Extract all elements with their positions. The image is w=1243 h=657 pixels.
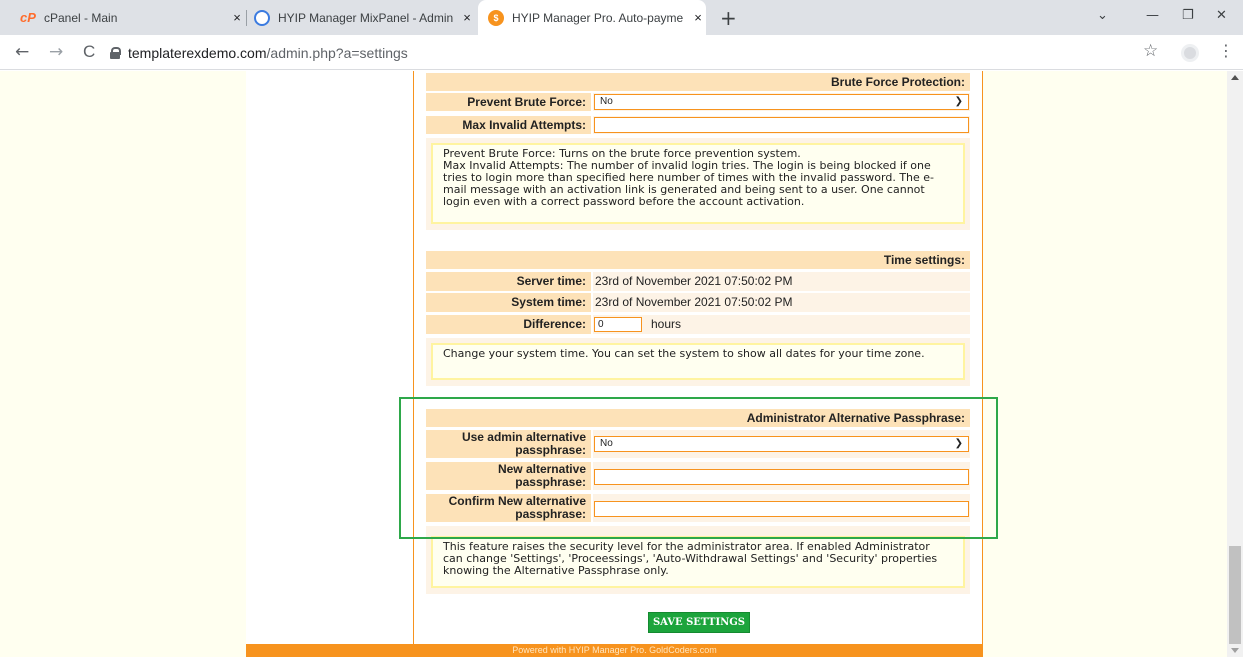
- chevron-down-icon: ❯: [954, 96, 963, 107]
- browser-menu-icon[interactable]: ⋮: [1218, 41, 1234, 60]
- page-border: [982, 71, 983, 644]
- close-window-button[interactable]: ✕: [1216, 8, 1227, 23]
- admin-passphrase-note: This feature raises the security level f…: [431, 536, 965, 588]
- tab-title: HYIP Manager MixPanel - Admin: [278, 10, 453, 25]
- close-tab-icon[interactable]: ×: [690, 10, 706, 25]
- page-viewport: Brute Force Protection: Prevent Brute Fo…: [0, 71, 1227, 657]
- url-host: templaterexdemo.com: [128, 45, 267, 61]
- select-value: No: [600, 96, 613, 107]
- sidebar-column: [246, 71, 414, 644]
- tab-cpanel[interactable]: cP cPanel - Main ×: [20, 0, 245, 35]
- mixpanel-icon: [254, 9, 270, 26]
- profile-avatar[interactable]: [1181, 44, 1199, 62]
- hyip-icon: $: [488, 9, 504, 26]
- back-icon[interactable]: ←: [15, 42, 29, 62]
- max-invalid-attempts-row: Max Invalid Attempts:: [426, 116, 970, 134]
- system-time-value: 23rd of November 2021 07:50:02 PM: [593, 293, 970, 312]
- admin-page: Brute Force Protection: Prevent Brute Fo…: [246, 71, 983, 657]
- tab-search-icon[interactable]: ⌄: [1097, 8, 1108, 23]
- difference-unit: hours: [651, 317, 682, 331]
- max-attempts-note-text: Max Invalid Attempts: The number of inva…: [443, 159, 935, 208]
- system-time-label: System time:: [426, 293, 591, 312]
- page-footer: Powered with HYIP Manager Pro. GoldCoder…: [246, 644, 983, 657]
- minimize-button[interactable]: —: [1146, 8, 1159, 23]
- prevent-brute-force-label: Prevent Brute Force:: [426, 93, 591, 111]
- server-time-value: 23rd of November 2021 07:50:02 PM: [593, 272, 970, 291]
- scroll-thumb[interactable]: [1229, 546, 1241, 644]
- save-settings-button[interactable]: SAVE SETTINGS: [648, 612, 750, 633]
- prevent-brute-force-select[interactable]: No ❯: [594, 94, 969, 110]
- max-invalid-attempts-input[interactable]: [594, 117, 969, 133]
- difference-label: Difference:: [426, 315, 591, 334]
- tab-hyip-autopayment[interactable]: $ HYIP Manager Pro. Auto-paymen ×: [478, 0, 706, 35]
- highlight-box: [399, 397, 998, 539]
- brute-force-note-wrap: Prevent Brute Force: Turns on the brute …: [426, 138, 970, 230]
- difference-input[interactable]: 0: [594, 317, 642, 332]
- vertical-scrollbar[interactable]: [1227, 71, 1243, 657]
- time-settings-header: Time settings:: [426, 251, 970, 269]
- forward-icon[interactable]: →: [49, 42, 63, 62]
- bookmark-star-icon[interactable]: ☆: [1143, 41, 1158, 61]
- tab-bar: cP cPanel - Main × HYIP Manager MixPanel…: [0, 0, 1243, 35]
- time-settings-note: Change your system time. You can set the…: [431, 343, 965, 380]
- difference-cell: 0 hours: [593, 315, 970, 334]
- server-time-row: Server time: 23rd of November 2021 07:50…: [426, 272, 970, 291]
- server-time-label: Server time:: [426, 272, 591, 291]
- tab-mixpanel[interactable]: HYIP Manager MixPanel - Admin ×: [254, 0, 475, 35]
- scroll-down-icon[interactable]: [1231, 648, 1239, 653]
- url-field[interactable]: templaterexdemo.com/admin.php?a=settings: [110, 39, 1130, 67]
- address-bar: ← → C templaterexdemo.com/admin.php?a=se…: [0, 35, 1243, 70]
- tab-title: cPanel - Main: [44, 10, 118, 25]
- lock-icon: [110, 47, 121, 59]
- prevent-brute-force-row: Prevent Brute Force: No ❯: [426, 93, 970, 111]
- restore-button[interactable]: ❐: [1182, 8, 1194, 23]
- new-tab-button[interactable]: +: [720, 6, 737, 30]
- difference-row: Difference: 0 hours: [426, 315, 970, 334]
- tab-title: HYIP Manager Pro. Auto-paymen: [512, 10, 684, 25]
- brute-force-note: Prevent Brute Force: Turns on the brute …: [431, 143, 965, 224]
- system-time-row: System time: 23rd of November 2021 07:50…: [426, 293, 970, 312]
- time-note-wrap: Change your system time. You can set the…: [426, 338, 970, 386]
- scroll-up-icon[interactable]: [1231, 75, 1239, 80]
- close-tab-icon[interactable]: ×: [229, 10, 245, 25]
- brute-force-header: Brute Force Protection:: [426, 73, 970, 91]
- url-path: /admin.php?a=settings: [266, 45, 408, 61]
- cpanel-icon: cP: [20, 10, 36, 25]
- close-tab-icon[interactable]: ×: [459, 10, 475, 25]
- max-invalid-attempts-label: Max Invalid Attempts:: [426, 116, 591, 134]
- reload-icon[interactable]: C: [83, 42, 95, 62]
- tab-separator: [246, 10, 247, 26]
